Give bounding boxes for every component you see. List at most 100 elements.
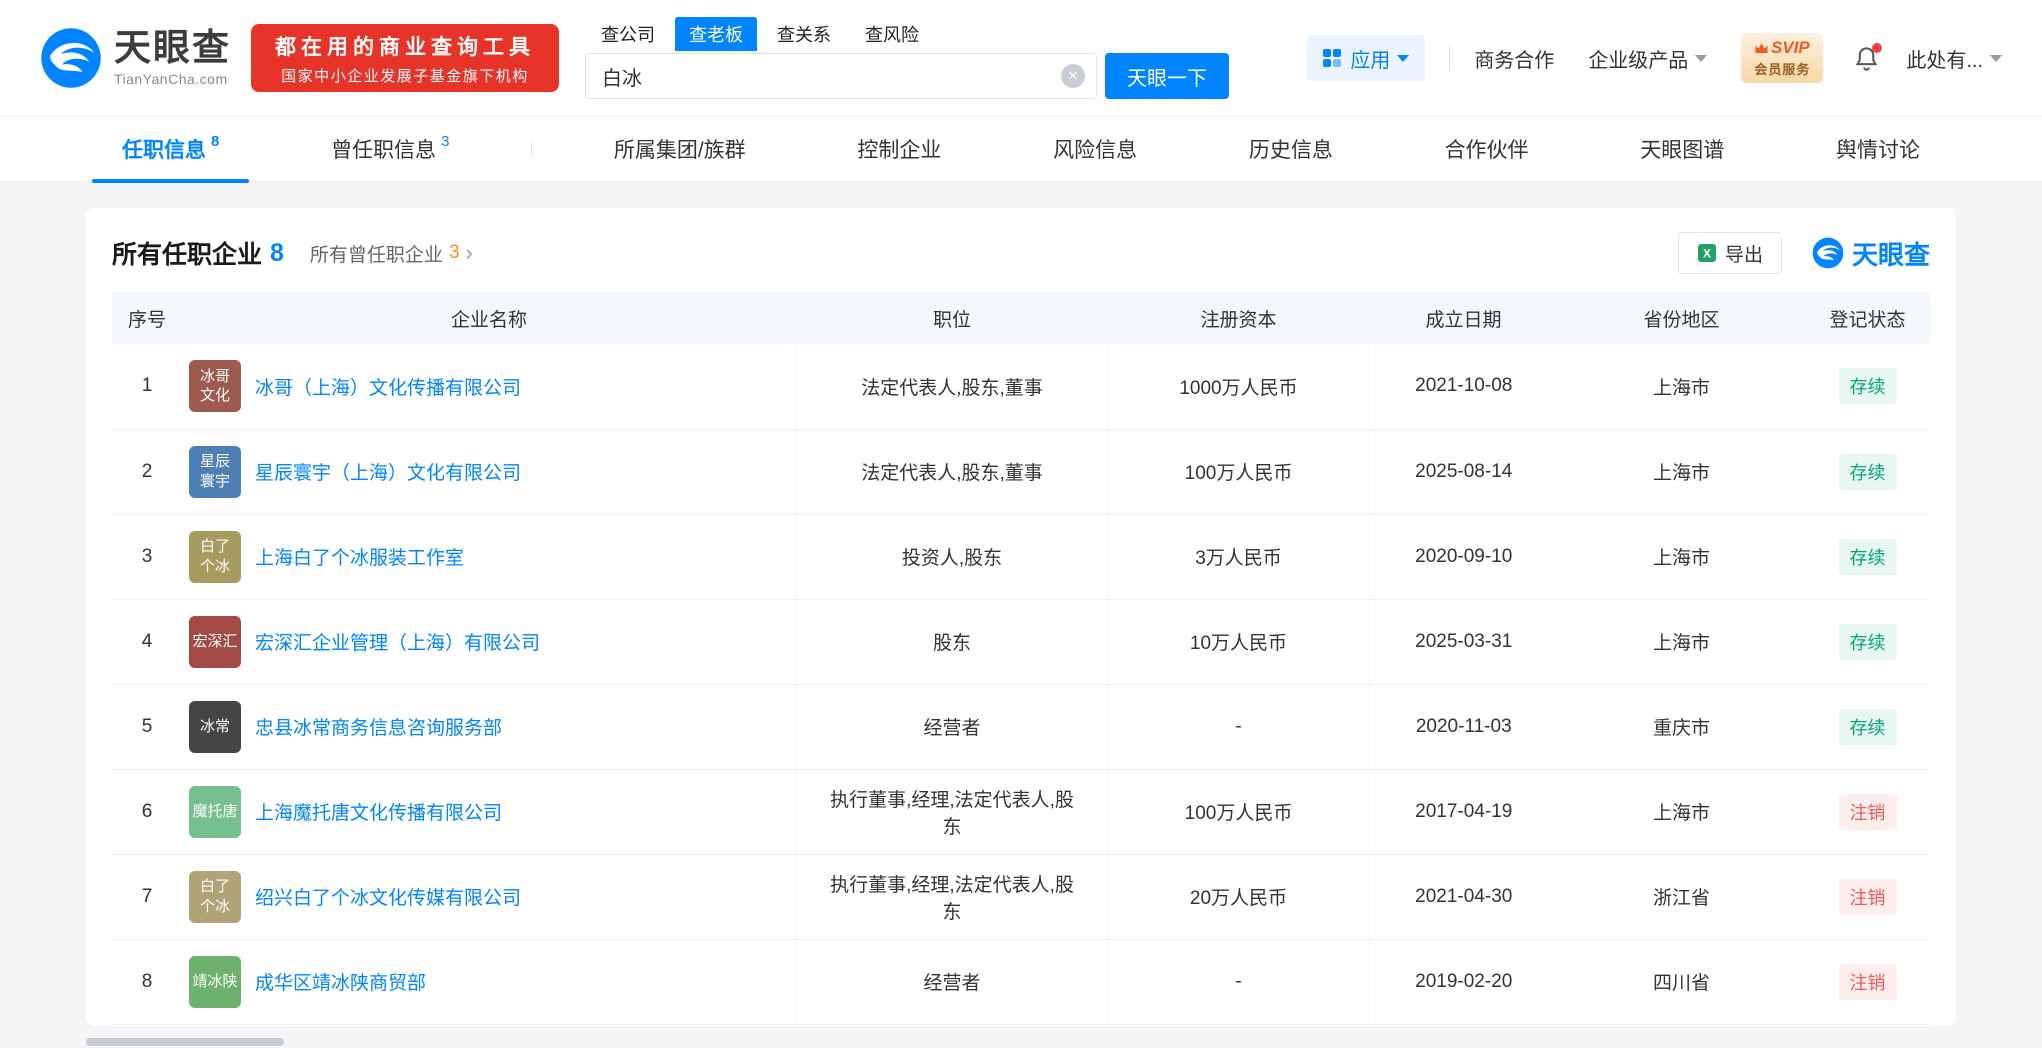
status-badge: 存续 (1838, 623, 1897, 660)
logo-text: 天眼查 TianYanCha.com (114, 29, 231, 87)
row-no: 1 (112, 344, 182, 430)
tab-controlled-companies[interactable]: 控制企业 (827, 117, 971, 182)
apps-button[interactable]: 应用 (1307, 35, 1426, 81)
column-header-no: 序号 (112, 292, 182, 344)
horizontal-scrollbar-thumb[interactable] (86, 1038, 284, 1046)
svip-badge[interactable]: SVIP 会员服务 (1741, 33, 1824, 83)
column-header-region: 省份地区 (1558, 292, 1805, 344)
card-title: 所有任职企业 (112, 241, 263, 269)
column-header-position: 职位 (796, 292, 1108, 344)
tab-risk-info[interactable]: 风险信息 (1023, 117, 1167, 182)
company-link[interactable]: 绍兴白了个冰文化传媒有限公司 (255, 883, 521, 910)
search-tab-risk[interactable]: 查风险 (851, 17, 933, 51)
row-position: 经营者 (796, 939, 1109, 1025)
table-row: 6 魔托唐 上海魔托唐文化传播有限公司 执行董事,经理,法定代表人,股东 100… (112, 769, 1930, 855)
row-capital: - (1108, 939, 1370, 1025)
card-header: 所有任职企业 8 所有曾任职企业 3 › X 导出 天眼查 (112, 208, 1930, 292)
table-row: 7 白了 个冰 绍兴白了个冰文化传媒有限公司 执行董事,经理,法定代表人,股东 … (112, 854, 1930, 940)
row-capital: 100万人民币 (1108, 429, 1370, 515)
tab-label: 风险信息 (1053, 139, 1138, 162)
apps-grid-icon (1323, 49, 1342, 67)
chevron-down-icon (1695, 54, 1708, 62)
row-no: 7 (112, 854, 182, 940)
tab-label: 舆情讨论 (1836, 139, 1920, 162)
tab-label: 天眼图谱 (1640, 139, 1725, 162)
crown-icon (1755, 43, 1768, 53)
tab-label: 控制企业 (857, 139, 942, 162)
tab-former-position-info[interactable]: 曾任职信息 3 (301, 117, 479, 182)
company-link[interactable]: 上海白了个冰服装工作室 (255, 543, 464, 570)
notification-bell[interactable] (1853, 42, 1883, 72)
table-row: 3 白了 个冰 上海白了个冰服装工作室 投资人,股东 3万人民币 2020-09… (112, 514, 1930, 600)
tab-group-cluster[interactable]: 所属集团/族群 (584, 117, 776, 182)
search-button[interactable]: 天眼一下 (1105, 53, 1229, 99)
row-position: 执行董事,经理,法定代表人,股东 (796, 854, 1109, 940)
row-capital: 1000万人民币 (1108, 344, 1370, 430)
company-link[interactable]: 星辰寰宇（上海）文化有限公司 (255, 458, 521, 485)
clear-icon[interactable]: × (1061, 64, 1085, 88)
row-date: 2020-11-03 (1369, 684, 1558, 770)
tianyancha-logo-icon (41, 28, 101, 88)
user-menu[interactable]: 此处有... (1906, 44, 2002, 73)
company-link[interactable]: 冰哥（上海）文化传播有限公司 (255, 373, 521, 400)
row-region: 上海市 (1558, 769, 1805, 855)
notification-dot (1872, 42, 1883, 53)
company-avatar[interactable]: 冰常 (189, 700, 241, 753)
tab-history-info[interactable]: 历史信息 (1219, 117, 1363, 182)
company-avatar[interactable]: 魔托唐 (189, 785, 241, 838)
row-no: 5 (112, 684, 182, 770)
company-avatar[interactable]: 白了 个冰 (189, 530, 241, 583)
search-input[interactable] (585, 53, 1097, 99)
company-link[interactable]: 上海魔托唐文化传播有限公司 (255, 798, 502, 825)
row-date: 2017-04-19 (1369, 769, 1558, 855)
tianyancha-watermark: 天眼查 (1812, 235, 1930, 272)
row-date: 2020-09-10 (1369, 514, 1558, 600)
status-badge: 存续 (1838, 538, 1897, 575)
tab-public-opinion[interactable]: 舆情讨论 (1806, 117, 1950, 182)
status-badge: 存续 (1838, 368, 1897, 405)
section-tab-bar: 任职信息 8 曾任职信息 3 所属集团/族群 控制企业 风险信息 历史信息 合作… (0, 117, 2042, 183)
row-region: 上海市 (1558, 599, 1805, 685)
tab-label: 曾任职信息 (331, 139, 437, 162)
row-capital: 3万人民币 (1108, 514, 1370, 600)
nav-business-cooperation[interactable]: 商务合作 (1474, 44, 1554, 73)
search-tab-company[interactable]: 查公司 (587, 17, 669, 51)
chevron-right-icon: › (465, 240, 473, 265)
tab-position-info[interactable]: 任职信息 8 (92, 117, 250, 183)
search-tab-relation[interactable]: 查关系 (763, 17, 845, 51)
promo-line2: 国家中小企业发展子基金旗下机构 (281, 67, 529, 85)
card-header-right: X 导出 天眼查 (1677, 232, 1930, 274)
export-button[interactable]: X 导出 (1677, 232, 1782, 274)
tianyancha-logo[interactable]: 天眼查 TianYanCha.com (40, 27, 231, 89)
company-avatar[interactable]: 冰哥 文化 (189, 360, 241, 413)
company-avatar[interactable]: 宏深汇 (189, 615, 241, 668)
former-companies-link[interactable]: 所有曾任职企业 3 › (310, 240, 473, 267)
company-avatar[interactable]: 星辰 寰宇 (189, 445, 241, 498)
table-row: 8 靖冰陕 成华区靖冰陕商贸部 经营者 - 2019-02-20 四川省 注销 (112, 939, 1930, 1025)
company-avatar[interactable]: 靖冰陕 (189, 955, 241, 1008)
tab-label: 所属集团/族群 (613, 139, 746, 162)
status-badge: 注销 (1838, 878, 1897, 915)
row-capital: 10万人民币 (1108, 599, 1370, 685)
promo-banner[interactable]: 都在用的商业查询工具 国家中小企业发展子基金旗下机构 (251, 24, 559, 92)
status-badge: 注销 (1838, 793, 1897, 830)
tab-partners[interactable]: 合作伙伴 (1415, 117, 1559, 182)
table-row: 4 宏深汇 宏深汇企业管理（上海）有限公司 股东 10万人民币 2025-03-… (112, 599, 1930, 685)
company-link[interactable]: 宏深汇企业管理（上海）有限公司 (255, 628, 540, 655)
search-box: × (585, 53, 1097, 99)
svg-text:X: X (1703, 247, 1711, 261)
header: 天眼查 TianYanCha.com 都在用的商业查询工具 国家中小企业发展子基… (0, 0, 2042, 117)
search-area: 查公司 查老板 查关系 查风险 × 天眼一下 (585, 17, 1229, 99)
promo-line1: 都在用的商业查询工具 (275, 35, 535, 59)
header-right-nav: 应用 商务合作 企业级产品 SVIP 会员服务 此处有... (1307, 33, 2002, 83)
search-tab-boss[interactable]: 查老板 (675, 17, 757, 51)
nav-enterprise-products[interactable]: 企业级产品 (1588, 44, 1708, 73)
table-header-row: 序号 企业名称 职位 注册资本 成立日期 省份地区 登记状态 (112, 292, 1930, 344)
company-link[interactable]: 忠县冰常商务信息咨询服务部 (255, 713, 502, 740)
company-link[interactable]: 成华区靖冰陕商贸部 (255, 968, 426, 995)
company-avatar[interactable]: 白了 个冰 (189, 870, 241, 923)
divider (1449, 45, 1451, 71)
row-capital: - (1108, 684, 1370, 770)
tab-tianyan-graph[interactable]: 天眼图谱 (1610, 117, 1754, 182)
tab-label: 合作伙伴 (1444, 139, 1529, 162)
